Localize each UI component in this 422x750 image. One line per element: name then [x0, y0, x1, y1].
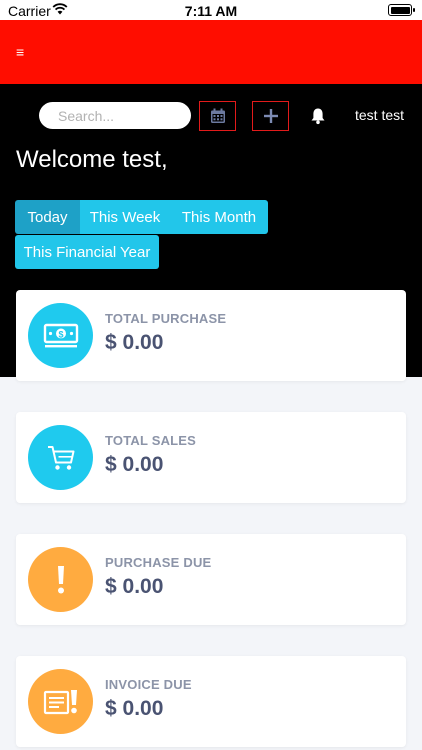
- add-button[interactable]: [252, 101, 289, 131]
- period-financial-year-button[interactable]: This Financial Year: [15, 235, 159, 269]
- card-amount: $ 0.00: [105, 453, 164, 476]
- card-amount: $ 0.00: [105, 575, 164, 598]
- status-bar: Carrier 7:11 AM: [0, 0, 422, 20]
- cart-icon: [47, 445, 74, 470]
- period-this-month-button[interactable]: This Month: [170, 200, 268, 234]
- exclamation-icon: [57, 565, 64, 593]
- exclamation-icon-circle: [28, 547, 93, 612]
- invoice-alert-icon: [43, 689, 77, 714]
- cart-icon-circle: [28, 425, 93, 490]
- bell-icon[interactable]: [310, 107, 326, 125]
- card-label: INVOICE DUE: [105, 677, 192, 692]
- user-menu[interactable]: test test: [355, 107, 404, 123]
- search-input[interactable]: [39, 102, 191, 129]
- invoice-icon-circle: [28, 669, 93, 734]
- card-amount: $ 0.00: [105, 697, 164, 720]
- app-header: ≡: [0, 20, 422, 84]
- card-label: TOTAL PURCHASE: [105, 311, 227, 326]
- invoice-due-card[interactable]: INVOICE DUE $ 0.00: [16, 656, 406, 747]
- calendar-button[interactable]: [199, 101, 236, 131]
- money-icon-circle: $: [28, 303, 93, 368]
- welcome-heading: Welcome test,: [16, 146, 168, 173]
- plus-icon: [263, 109, 278, 123]
- hamburger-menu-icon[interactable]: ≡: [16, 45, 24, 59]
- clock: 7:11 AM: [184, 3, 238, 19]
- period-this-week-button[interactable]: This Week: [80, 200, 170, 234]
- money-icon: $: [43, 323, 78, 347]
- calendar-icon: [210, 108, 225, 123]
- period-today-button[interactable]: Today: [15, 200, 80, 234]
- total-purchase-card[interactable]: $ TOTAL PURCHASE $ 0.00: [16, 290, 406, 381]
- card-label: PURCHASE DUE: [105, 555, 212, 570]
- svg-text:$: $: [58, 329, 63, 339]
- total-sales-card[interactable]: TOTAL SALES $ 0.00: [16, 412, 406, 503]
- purchase-due-card[interactable]: PURCHASE DUE $ 0.00: [16, 534, 406, 625]
- card-amount: $ 0.00: [105, 331, 164, 354]
- battery-icon: [388, 4, 415, 16]
- card-label: TOTAL SALES: [105, 433, 197, 448]
